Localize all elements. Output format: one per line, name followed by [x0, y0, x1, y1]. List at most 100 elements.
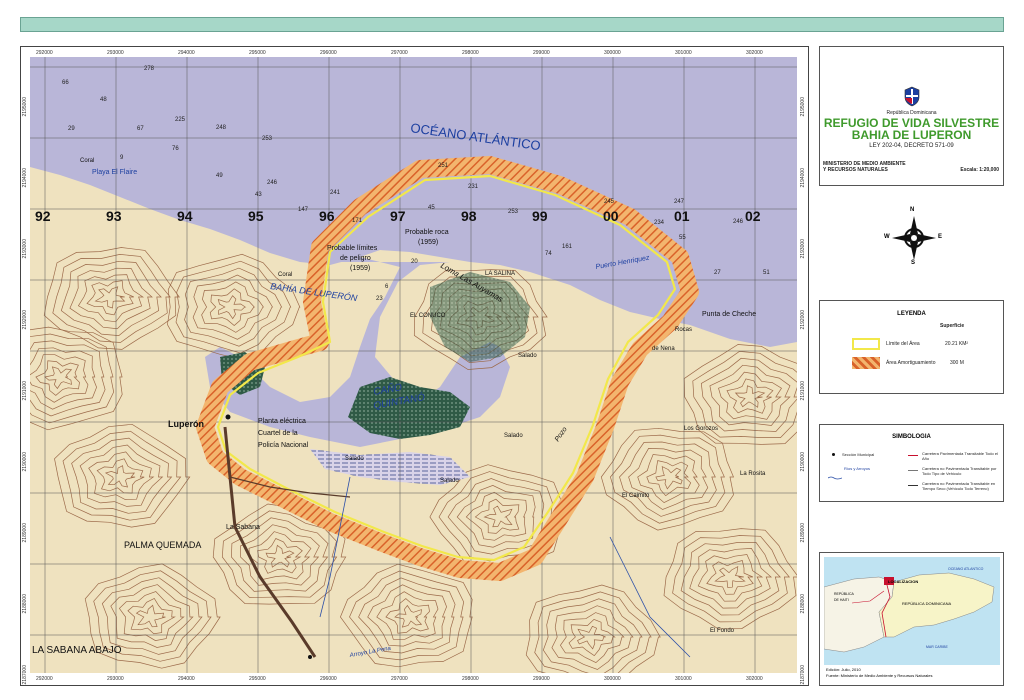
grid-number-label: 01: [674, 208, 690, 224]
depth-sounding: 278: [144, 66, 155, 72]
coordinate-tick: 299000: [533, 676, 550, 682]
coordinate-tick: 297000: [391, 676, 408, 682]
depth-sounding: 253: [262, 136, 273, 142]
dry-season-road-icon: [908, 485, 918, 486]
legend-value-boundary: 20.21 KM²: [945, 341, 969, 347]
symbol-label-unpaved-road: Carretera no Pavimentada Transitable por…: [922, 466, 997, 476]
label-danger-2: de peligro: [340, 255, 371, 262]
grid-number-label: 92: [35, 208, 51, 224]
title-line-2: BAHIA DE LUPERON: [851, 128, 972, 142]
west-label: W: [884, 234, 890, 240]
inset-label-caribbean: MAR CARIBE: [926, 645, 948, 649]
grid-number-label: 97: [390, 208, 406, 224]
coordinate-tick: 292000: [36, 50, 53, 56]
label-salado-3: Salado: [345, 456, 364, 462]
depth-sounding: 45: [428, 205, 435, 211]
topographic-map[interactable]: 92 93 94 95 96 97 98 99 00 01 02 66 278 48 29 67 225 248 7…: [30, 57, 797, 673]
legend-label-buffer: Área Amortiguamiento: [886, 360, 936, 366]
label-rosita: La Rosita: [740, 471, 766, 477]
label-rock-1: Probable roca: [405, 229, 449, 236]
depth-sounding: 147: [298, 207, 309, 213]
inset-label-haiti: REPÚBLICA DE HAITI: [834, 592, 854, 602]
coordinate-tick: 301000: [675, 676, 692, 682]
label-salina: LA SALINA: [485, 271, 515, 277]
symbol-label-paved-road: Carretera Pavimentada Transitable Todo e…: [922, 451, 998, 461]
coordinate-tick: 2189000: [800, 523, 806, 543]
depth-sounding: 67: [137, 126, 144, 132]
symbology-panel: SIMBOLOGIA Sección Municipal Ríos y Arro…: [819, 424, 1004, 502]
label-sabana: La Sabana: [226, 524, 260, 531]
label-salado-1: Salado: [518, 353, 537, 359]
east-label: E: [938, 234, 943, 240]
label-danger-3: (1959): [350, 265, 370, 272]
label-caimito: El Caimito: [622, 493, 650, 499]
coat-of-arms-icon: [901, 85, 923, 107]
depth-sounding: 55: [679, 235, 686, 241]
coordinate-tick: 2193000: [22, 239, 28, 259]
coordinate-tick: 2192000: [800, 310, 806, 330]
legend-panel: LEYENDA Superficie Límite del Área 20.21…: [819, 300, 1004, 394]
label-playa: Playa El Flaire: [92, 169, 137, 176]
label-planta: Planta eléctrica: [258, 418, 306, 425]
luperon-town-marker: [225, 414, 231, 420]
inset-footer-edition: Edición: Julio, 2010: [826, 667, 861, 672]
symbol-label-rivers: Ríos y Arroyos: [844, 466, 871, 471]
depth-sounding: 29: [68, 126, 75, 132]
inset-label-dominicana: REPÚBLICA DOMINICANA: [902, 601, 952, 606]
coordinate-tick: 2191000: [22, 381, 28, 401]
title-panel: República Dominicana REFUGIO DE VIDA SIL…: [819, 46, 1004, 186]
depth-sounding: 51: [763, 270, 770, 276]
municipal-section-icon: [832, 453, 835, 456]
depth-sounding: 225: [175, 117, 186, 123]
grid-number-label: 00: [603, 208, 619, 224]
depth-sounding: 171: [352, 218, 363, 224]
depth-sounding: 245: [604, 199, 615, 205]
north-label: N: [910, 207, 915, 213]
coordinate-tick: 293000: [107, 676, 124, 682]
depth-sounding: 231: [468, 184, 479, 190]
grid-number-label: 96: [319, 208, 335, 224]
inset-map: [824, 557, 1000, 665]
label-nena: de Nena: [652, 346, 675, 352]
coordinate-tick: 300000: [604, 676, 621, 682]
legend-swatch-buffer: [852, 357, 880, 369]
depth-sounding: 248: [216, 125, 227, 131]
coordinate-tick: 2190000: [800, 452, 806, 472]
coordinate-tick: 297000: [391, 50, 408, 56]
depth-sounding: 74: [545, 251, 552, 257]
inset-label-ocean: OCEANO ATLANTICO: [948, 567, 984, 571]
label-luperon: Luperón: [168, 419, 204, 429]
coordinate-tick: 2194000: [22, 168, 28, 188]
paved-road-icon: [908, 455, 918, 456]
coordinate-tick: 2189000: [22, 523, 28, 543]
grid-number-label: 95: [248, 208, 264, 224]
inset-label-location: LOCALIZACION: [888, 579, 919, 584]
coordinate-tick: 296000: [320, 676, 337, 682]
coordinate-tick: 2193000: [800, 239, 806, 259]
location-inset-panel: LOCALIZACION OCEANO ATLANTICO REPÚBLICA …: [819, 552, 1004, 686]
coordinate-tick: 299000: [533, 50, 550, 56]
label-cuartel-2: Policía Nacional: [258, 442, 309, 449]
coordinate-tick: 301000: [675, 50, 692, 56]
label-coral-2: Coral: [278, 272, 292, 278]
grid-number-label: 93: [106, 208, 122, 224]
symbol-label-municipal: Sección Municipal: [842, 452, 875, 457]
depth-sounding: 49: [216, 173, 223, 179]
label-danger-1: Probable límites: [327, 245, 378, 252]
coordinate-tick: 2188000: [800, 594, 806, 614]
coordinate-tick: 294000: [178, 50, 195, 56]
grid-number-label: 99: [532, 208, 548, 224]
label-salado-4: Salado: [440, 478, 459, 484]
label-sabana-abajo: LA SABANA ABAJO: [32, 645, 122, 656]
ministry-line-2: Y RECURSOS NATURALES: [823, 167, 888, 173]
coordinate-tick: 2194000: [800, 168, 806, 188]
coordinate-tick: 2192000: [22, 310, 28, 330]
coordinate-tick: 2195000: [800, 97, 806, 117]
label-salado-2: Salado: [504, 433, 523, 439]
depth-sounding: 43: [255, 192, 262, 198]
depth-sounding: 246: [733, 219, 744, 225]
label-fondo: El Fondo: [710, 628, 735, 634]
grid-number-label: 98: [461, 208, 477, 224]
label-rock-2: (1959): [418, 239, 438, 246]
symbol-label-dry-road: Carretera no Pavimentada Transitable en …: [922, 481, 996, 491]
